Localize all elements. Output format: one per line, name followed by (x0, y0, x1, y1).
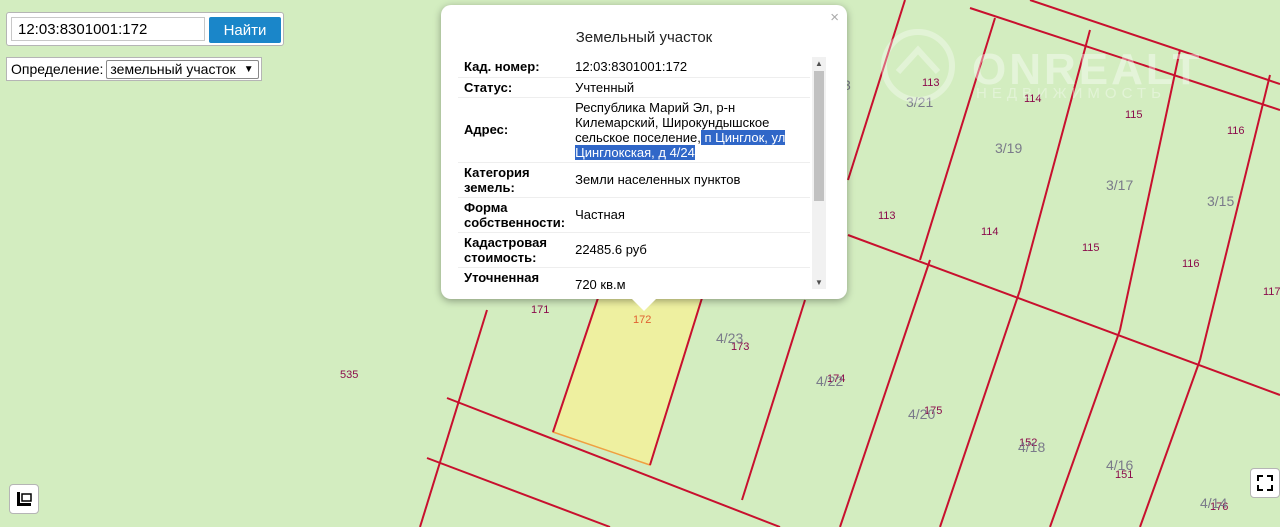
info-row: Кад. номер: 12:03:8301001:172 (458, 57, 810, 78)
info-key: Форма собственности: (458, 197, 570, 233)
info-value: 12:03:8301001:172 (569, 57, 810, 78)
parcel-info-table: Кад. номер: 12:03:8301001:172 Статус: Уч… (458, 57, 810, 289)
search-button[interactable]: Найти (209, 17, 281, 43)
info-key: Статус: (458, 77, 570, 98)
block-label: 4/22 (816, 373, 843, 389)
info-value: 22485.6 руб (569, 232, 810, 268)
search-input[interactable] (11, 17, 205, 41)
info-value: 720 кв.м (569, 267, 810, 289)
scroll-down-icon[interactable]: ▼ (815, 278, 823, 287)
info-key: Категория земель: (458, 162, 570, 198)
parcel-label: 116 (1227, 125, 1245, 137)
layers-button[interactable] (9, 484, 39, 514)
scroll-up-icon[interactable]: ▲ (815, 59, 823, 68)
fullscreen-button[interactable] (1250, 468, 1280, 498)
info-row: Уточненная площадь: 720 кв.м (458, 267, 810, 289)
selected-parcel-label: 172 (633, 314, 651, 326)
scroll-thumb[interactable] (814, 71, 824, 201)
layers-icon (17, 492, 32, 506)
block-label: 3/19 (995, 140, 1022, 156)
onrealt-watermark: ONREALT НЕДВИЖИМОСТЬ (880, 22, 1260, 117)
search-panel: Найти (6, 12, 284, 46)
info-key: Адрес: (458, 97, 570, 163)
parcel-label: 535 (340, 369, 358, 381)
block-label: 4/14 (1200, 495, 1227, 511)
popup-body: Кад. номер: 12:03:8301001:172 Статус: Уч… (458, 57, 828, 289)
info-value: Земли населенных пунктов (569, 162, 810, 198)
popup-pointer (631, 298, 657, 311)
info-key: Кадастровая стоимость: (458, 232, 570, 268)
block-label: 3/15 (1207, 193, 1234, 209)
info-key: Уточненная площадь: (458, 267, 570, 289)
parcel-label: 115 (1082, 242, 1100, 254)
info-value: Частная (569, 197, 810, 233)
chevron-down-icon: ▼ (243, 63, 254, 75)
watermark-tagline: НЕДВИЖИМОСТЬ (976, 85, 1166, 102)
info-row: Категория земель: Земли населенных пункт… (458, 162, 810, 198)
definition-selected-value: земельный участок (110, 61, 236, 77)
parcel-label: 113 (878, 210, 896, 222)
info-row: Кадастровая стоимость: 22485.6 руб (458, 232, 810, 268)
info-row: Форма собственности: Частная (458, 197, 810, 233)
definition-select[interactable]: земельный участок ▼ (106, 59, 259, 79)
definition-label: Определение: (11, 61, 104, 77)
close-icon[interactable]: × (830, 9, 839, 26)
parcel-label: 116 (1182, 258, 1200, 270)
block-label: 4/16 (1106, 457, 1133, 473)
popup-scrollbar[interactable]: ▲ ▼ (812, 57, 826, 289)
parcel-label: 117 (1263, 286, 1280, 298)
popup-title: Земельный участок (575, 29, 713, 46)
info-row: Адрес: Республика Марий Эл, р-н Килемарс… (458, 97, 810, 163)
block-label: 4/23 (716, 330, 743, 346)
definition-row: Определение: земельный участок ▼ (6, 57, 262, 81)
block-label: 4/20 (908, 406, 935, 422)
info-value: Учтенный (569, 77, 810, 98)
block-label: 3/17 (1106, 177, 1133, 193)
house-logo-icon (881, 29, 955, 103)
parcel-label: 114 (981, 226, 999, 238)
block-label: 4/18 (1018, 439, 1045, 455)
fullscreen-icon (1257, 475, 1273, 491)
parcel-label: 171 (531, 304, 549, 316)
info-key: Кад. номер: (458, 57, 570, 78)
info-value: Республика Марий Эл, р-н Килемарский, Ши… (569, 97, 810, 163)
info-row: Статус: Учтенный (458, 77, 810, 98)
parcel-info-popup: × Земельный участок Кад. номер: 12:03:83… (441, 5, 847, 299)
